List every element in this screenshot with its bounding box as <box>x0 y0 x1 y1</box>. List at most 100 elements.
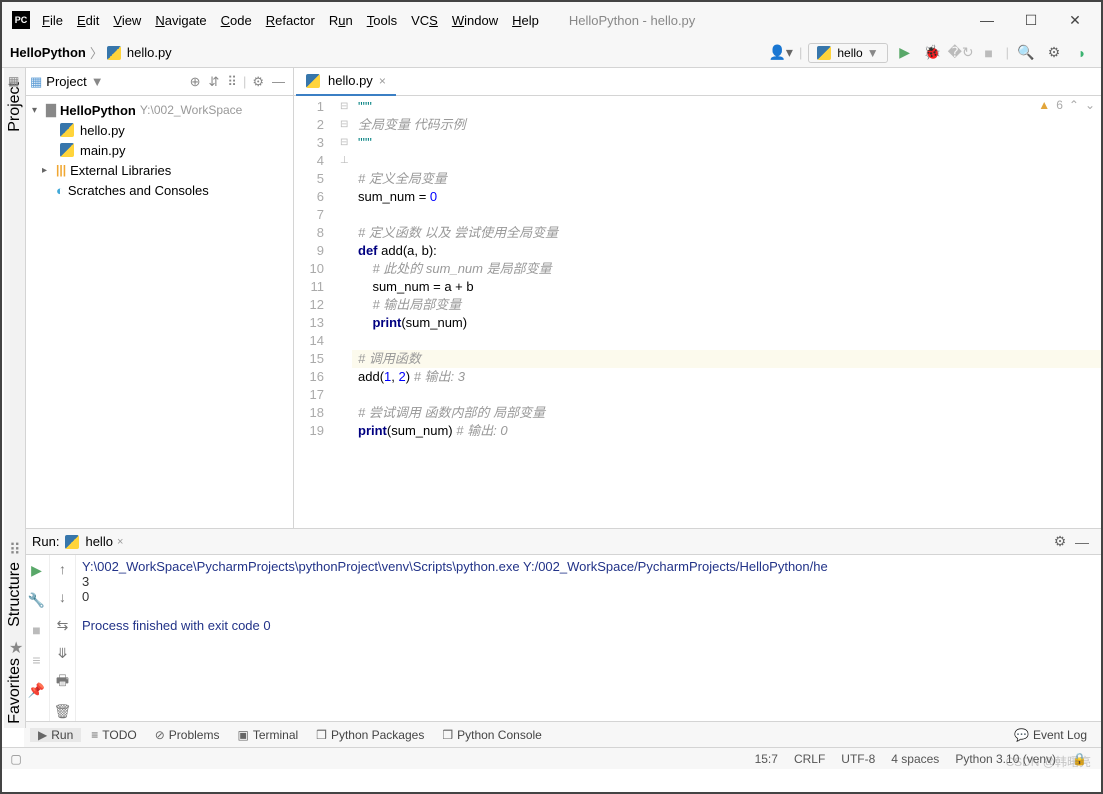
soft-wrap-icon[interactable]: ⇆ <box>52 615 74 635</box>
close-button[interactable]: ✕ <box>1053 5 1097 35</box>
close-tab-icon[interactable]: × <box>379 74 386 88</box>
run-button[interactable]: ▶ <box>894 42 916 64</box>
scroll-end-icon[interactable]: ⤋ <box>52 643 74 663</box>
run-panel-header: Run: hello × ⚙ — <box>24 529 1101 555</box>
bottom-tab-packages[interactable]: ❒Python Packages <box>308 728 432 742</box>
output-line-1: 3 <box>82 574 1095 589</box>
library-icon: ||| <box>56 163 66 177</box>
editor-area: hello.py × ▲ 6 ⌃ ⌄ 123456789101112131415… <box>294 68 1101 528</box>
run-config-selector[interactable]: hello ▼ <box>808 43 887 63</box>
tree-scratches[interactable]: ▸ ◐ Scratches and Consoles <box>24 180 293 200</box>
run-pin-icon[interactable]: 📌 <box>26 679 48 701</box>
status-icon[interactable]: ▢ <box>8 752 24 766</box>
output-line-2: 0 <box>82 589 1095 604</box>
maximize-button[interactable]: ☐ <box>1009 5 1053 35</box>
user-icon[interactable]: 👤▾ <box>769 44 793 61</box>
hide-panel-icon[interactable]: — <box>270 74 287 89</box>
minimize-button[interactable]: — <box>965 5 1009 35</box>
code-content[interactable]: """全局变量 代码示例"""# 定义全局变量sum_num = 0# 定义函数… <box>352 96 1101 528</box>
stop-button[interactable]: ■ <box>978 42 1000 64</box>
coverage-button[interactable]: �↻ <box>950 42 972 64</box>
tree-external-libs[interactable]: ▸ ||| External Libraries <box>24 160 293 180</box>
search-button[interactable]: 🔍 <box>1015 42 1037 64</box>
menu-help[interactable]: Help <box>506 9 545 32</box>
run-wrench-icon[interactable]: 🔧 <box>26 589 48 611</box>
left-tool-stripe: Project ▦ Structure ⠿ Favorites ★ <box>4 68 26 728</box>
sidebar-favorites[interactable]: Favorites <box>6 654 24 728</box>
editor-tabs: hello.py × <box>294 68 1101 96</box>
rerun-button[interactable]: ▶ <box>26 559 48 581</box>
editor-tab-hello[interactable]: hello.py × <box>296 68 396 96</box>
debug-button[interactable]: 🐞 <box>922 42 944 64</box>
up-icon[interactable]: ↑ <box>52 559 74 579</box>
tree-file-main[interactable]: main.py <box>24 140 293 160</box>
run-output[interactable]: Y:\002_WorkSpace\PycharmProjects\pythonP… <box>76 555 1101 721</box>
structure-icon: ⠿ <box>9 540 21 560</box>
panel-settings-icon[interactable]: ⚙ <box>250 74 266 90</box>
breadcrumb-project[interactable]: HelloPython <box>10 45 86 60</box>
lock-icon[interactable]: 🔒 <box>1064 752 1095 766</box>
menu-file[interactable]: File <box>36 9 69 32</box>
breadcrumb-file[interactable]: hello.py <box>127 45 172 60</box>
folder-icon: ▇ <box>46 102 56 118</box>
line-numbers: 12345678910111213141516171819 <box>294 96 340 528</box>
sidebar-structure[interactable]: Structure <box>6 558 24 631</box>
bottom-tab-run[interactable]: ▶Run <box>30 728 81 742</box>
bottom-tab-eventlog[interactable]: 💬Event Log <box>1006 728 1095 742</box>
interpreter-info[interactable]: Python 3.10 (venv) <box>947 752 1064 766</box>
editor-body[interactable]: ▲ 6 ⌃ ⌄ 12345678910111213141516171819 ⊟ … <box>294 96 1101 528</box>
caret-position[interactable]: 15:7 <box>747 752 786 766</box>
line-separator[interactable]: CRLF <box>786 752 833 766</box>
run-tab[interactable]: hello × <box>59 534 129 549</box>
menu-navigate[interactable]: Navigate <box>149 9 212 32</box>
python-file-icon <box>306 74 320 88</box>
indent-info[interactable]: 4 spaces <box>883 752 947 766</box>
menu-run[interactable]: Run <box>323 9 359 32</box>
hide-run-icon[interactable]: — <box>1071 531 1093 553</box>
menu-tools[interactable]: Tools <box>361 9 403 32</box>
run-panel: Run: hello × ⚙ — ▶ 🔧 ■ ≡ 📌 ↑ ↓ ⇆ ⤋ 🖶 🗑 Y… <box>24 528 1101 721</box>
file-encoding[interactable]: UTF-8 <box>833 752 883 766</box>
menu-bar: File Edit View Navigate Code Refactor Ru… <box>36 9 545 32</box>
ide-icon[interactable]: ◗ <box>1071 42 1093 64</box>
python-file-icon <box>60 123 74 137</box>
run-toolbar-main: ▶ 🔧 ■ ≡ 📌 <box>24 555 50 721</box>
project-panel: ▦ Project ▼ ⊕ ⇵ ⠿ | ⚙ — ▾ ▇ HelloPython … <box>24 68 294 528</box>
collapse-all-icon[interactable]: ⠿ <box>225 74 239 90</box>
settings-button[interactable]: ⚙ <box>1043 42 1065 64</box>
run-label: Run: <box>32 534 59 549</box>
expand-all-icon[interactable]: ⇵ <box>207 74 222 90</box>
run-config-name: hello <box>837 46 862 60</box>
tree-root[interactable]: ▾ ▇ HelloPython Y:\002_WorkSpace <box>24 100 293 120</box>
menu-refactor[interactable]: Refactor <box>260 9 321 32</box>
print-icon[interactable]: 🖶 <box>52 671 74 693</box>
menu-vcs[interactable]: VCS <box>405 9 444 32</box>
window-controls: — ☐ ✕ <box>965 5 1097 35</box>
run-settings-icon[interactable]: ⚙ <box>1049 531 1071 553</box>
tree-file-hello[interactable]: hello.py <box>24 120 293 140</box>
scratches-icon: ◐ <box>56 183 64 198</box>
bottom-tool-bar: ▶Run ≡TODO ⊘Problems ▣Terminal ❒Python P… <box>24 721 1101 747</box>
clear-icon[interactable]: 🗑 <box>52 701 74 721</box>
run-stop-button[interactable]: ■ <box>26 619 48 641</box>
output-command: Y:\002_WorkSpace\PycharmProjects\pythonP… <box>82 559 1095 574</box>
bottom-tab-todo[interactable]: ≡TODO <box>83 728 144 742</box>
close-run-tab-icon[interactable]: × <box>117 536 123 548</box>
project-panel-title[interactable]: Project <box>46 74 86 89</box>
bottom-tab-problems[interactable]: ⊘Problems <box>147 728 228 742</box>
select-opened-icon[interactable]: ⊕ <box>188 74 203 90</box>
run-exit-icon[interactable]: ≡ <box>26 649 48 671</box>
run-toolbar-extra: ↑ ↓ ⇆ ⤋ 🖶 🗑 <box>50 555 76 721</box>
project-stripe-icon: ▦ <box>8 74 19 88</box>
menu-edit[interactable]: Edit <box>71 9 105 32</box>
menu-view[interactable]: View <box>107 9 147 32</box>
breadcrumb-separator: 〉 <box>90 43 103 62</box>
python-icon <box>817 46 831 60</box>
project-panel-header: ▦ Project ▼ ⊕ ⇵ ⠿ | ⚙ — <box>24 68 293 96</box>
menu-window[interactable]: Window <box>446 9 504 32</box>
fold-gutter: ⊟ ⊟ ⊟ ⊥ <box>340 96 352 528</box>
menu-code[interactable]: Code <box>215 9 258 32</box>
down-icon[interactable]: ↓ <box>52 587 74 607</box>
bottom-tab-console[interactable]: ❒Python Console <box>434 728 550 742</box>
bottom-tab-terminal[interactable]: ▣Terminal <box>229 728 306 742</box>
